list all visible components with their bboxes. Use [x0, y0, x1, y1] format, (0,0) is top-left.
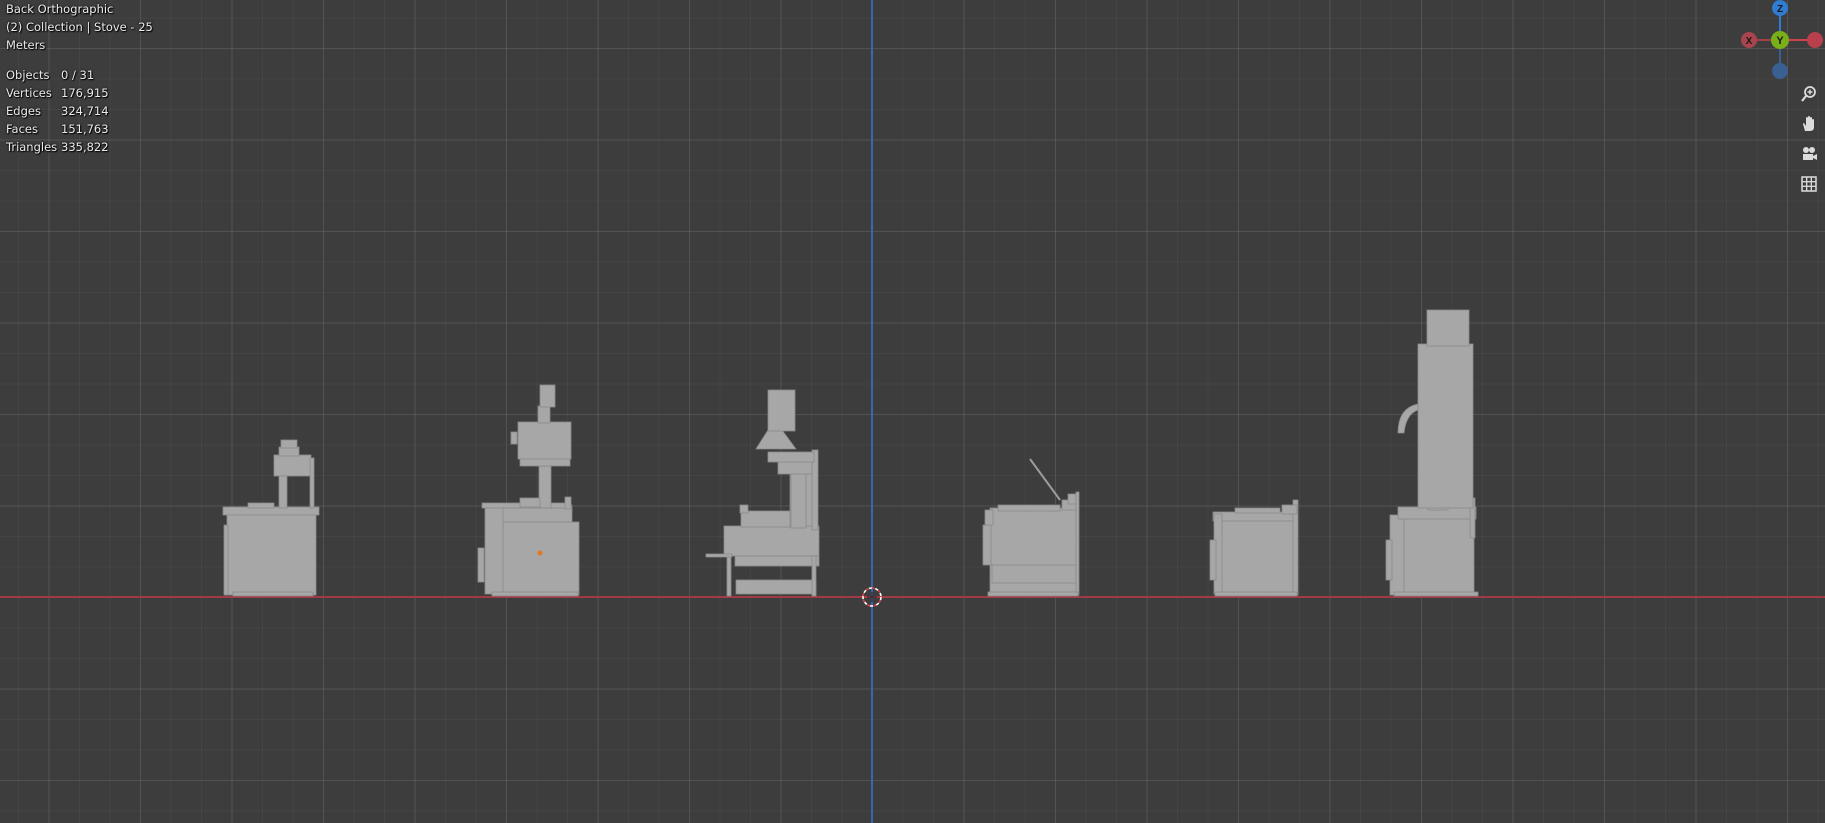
stat-value: 176,915 — [61, 86, 109, 100]
neg-x-axis-handle[interactable] — [1807, 32, 1823, 48]
stat-row: Triangles 335,822 — [6, 138, 153, 156]
stove-model[interactable] — [1209, 499, 1299, 597]
stat-value: 0 / 31 — [61, 68, 95, 82]
stat-row: Edges 324,714 — [6, 102, 153, 120]
collection-label: (2) Collection | Stove - 25 — [6, 20, 153, 34]
camera-view-icon[interactable] — [1797, 142, 1821, 166]
object-origin-dot — [537, 550, 543, 556]
stat-label: Objects — [6, 68, 50, 82]
stat-label: Triangles — [6, 140, 58, 154]
stat-row: Vertices 176,915 — [6, 84, 153, 102]
units-label: Meters — [6, 38, 46, 52]
stove-model[interactable] — [222, 439, 320, 597]
view-name: Back Orthographic — [6, 2, 114, 16]
x-label: X — [1746, 36, 1753, 47]
hand-pan-icon[interactable] — [1797, 112, 1821, 136]
z-label: Z — [1777, 4, 1783, 15]
stat-label: Faces — [6, 122, 38, 136]
stat-value: 324,714 — [61, 104, 109, 118]
statistics: Objects 0 / 31 Vertices 176,915 Edges 32… — [6, 66, 153, 156]
stove-model[interactable] — [1385, 309, 1479, 597]
navigation-tools — [1797, 82, 1821, 202]
stat-value: 151,763 — [61, 122, 109, 136]
stove-model[interactable] — [477, 384, 580, 597]
stat-value: 335,822 — [61, 140, 109, 154]
neg-z-axis-handle[interactable] — [1772, 63, 1788, 79]
y-label: Y — [1776, 35, 1784, 47]
3d-cursor-icon[interactable] — [860, 585, 884, 609]
stove-models — [222, 309, 1479, 597]
zoom-icon[interactable] — [1797, 82, 1821, 106]
stat-row: Faces 151,763 — [6, 120, 153, 138]
stove-model[interactable] — [705, 389, 820, 597]
ortho-grid-icon[interactable] — [1797, 172, 1821, 196]
3d-viewport[interactable]: Back Orthographic (2) Collection | Stove… — [0, 0, 1825, 823]
viewport-info-overlay: Back Orthographic (2) Collection | Stove… — [6, 0, 153, 156]
stove-model[interactable] — [982, 491, 1080, 597]
stat-row: Objects 0 / 31 — [6, 66, 153, 84]
stat-label: Vertices — [6, 86, 52, 100]
navigation-gizmo[interactable]: Z Y X — [1735, 0, 1825, 82]
stat-label: Edges — [6, 104, 41, 118]
